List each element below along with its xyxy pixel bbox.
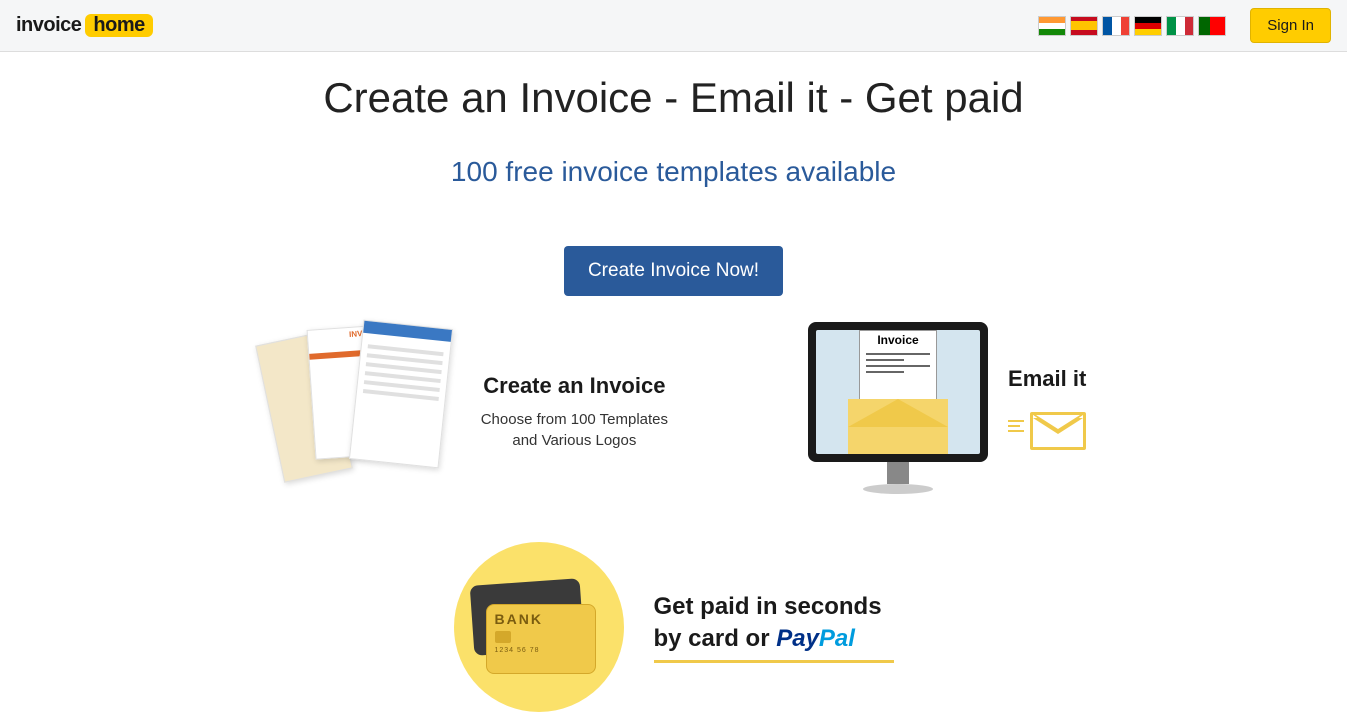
speed-lines-icon	[1008, 417, 1024, 435]
credit-card-icon: BANK 1234 56 78	[454, 542, 624, 712]
feature-create-title: Create an Invoice	[481, 373, 668, 399]
monitor-icon: Invoice	[808, 322, 988, 494]
feature-email-title: Email it	[1008, 366, 1086, 392]
signin-button[interactable]: Sign In	[1250, 8, 1331, 43]
create-invoice-button[interactable]: Create Invoice Now!	[564, 246, 783, 296]
feature-getpaid: BANK 1234 56 78 Get paid in seconds by c…	[0, 542, 1347, 712]
flag-germany-icon[interactable]	[1134, 16, 1162, 36]
flag-spain-icon[interactable]	[1070, 16, 1098, 36]
logo-text-home: home	[85, 14, 152, 37]
paypal-pay: Pay	[776, 625, 819, 652]
feature-getpaid-title: Get paid in seconds by card or PayPal	[654, 591, 894, 653]
logo-text-invoice: invoice	[16, 14, 81, 37]
header-right: Sign In	[1038, 8, 1331, 43]
hero-title: Create an Invoice - Email it - Get paid	[0, 74, 1347, 122]
flag-portugal-icon[interactable]	[1198, 16, 1226, 36]
paypal-pal: Pal	[819, 625, 855, 652]
invoice-stack-icon: INVOICE	[261, 322, 461, 502]
envelope-icon	[1030, 412, 1086, 450]
features-row: INVOICE Create an Invoice Choose from 10…	[0, 322, 1347, 502]
header-bar: invoice home Sign In	[0, 0, 1347, 52]
invoice-doc-label: Invoice	[860, 331, 936, 349]
feature-create-desc: Choose from 100 Templates and Various Lo…	[481, 409, 668, 451]
flag-france-icon[interactable]	[1102, 16, 1130, 36]
card-bank-label: BANK	[487, 605, 595, 627]
flag-italy-icon[interactable]	[1166, 16, 1194, 36]
hero-section: Create an Invoice - Email it - Get paid …	[0, 52, 1347, 296]
hero-subtitle: 100 free invoice templates available	[0, 156, 1347, 188]
flag-india-icon[interactable]	[1038, 16, 1066, 36]
underline-decoration	[654, 660, 894, 663]
language-flags	[1038, 16, 1226, 36]
feature-email: Invoice Email it	[808, 322, 1086, 494]
feature-create: INVOICE Create an Invoice Choose from 10…	[261, 322, 668, 502]
logo[interactable]: invoice home	[16, 14, 153, 37]
